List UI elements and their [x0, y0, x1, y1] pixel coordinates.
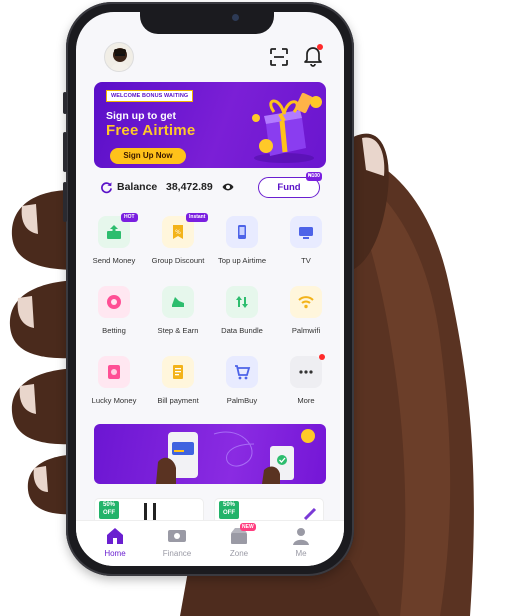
product-image — [303, 507, 317, 520]
service-label: Step & Earn — [157, 326, 199, 335]
service-top-up-airtime[interactable]: Top up Airtime — [209, 216, 275, 278]
offers-row: 50% OFF 50% OFF — [94, 498, 326, 520]
offer-card[interactable]: 50% OFF — [214, 498, 324, 520]
nav-finance[interactable]: Finance — [152, 525, 202, 563]
gift-box-icon — [252, 92, 322, 163]
nav-label: Zone — [229, 549, 249, 558]
service-send-money[interactable]: HOT Send Money — [81, 213, 147, 278]
lucky-money-icon — [98, 356, 130, 388]
discount-value: 50% — [222, 502, 235, 508]
camera-icon — [232, 14, 239, 21]
service-label: Lucky Money — [91, 396, 137, 405]
avatar[interactable] — [104, 42, 134, 72]
discount-value: 50% — [102, 502, 115, 508]
home-icon — [107, 528, 123, 544]
service-label: Palmwifi — [291, 326, 321, 335]
phone-icon — [226, 216, 258, 248]
service-data-bundle[interactable]: Data Bundle — [209, 286, 275, 348]
service-step-earn[interactable]: Step & Earn — [145, 286, 211, 348]
product-image — [144, 503, 156, 520]
service-label: PalmBuy — [226, 396, 258, 405]
data-arrows-icon — [226, 286, 258, 318]
new-badge: NEW — [240, 523, 256, 531]
nav-zone[interactable]: NEW Zone — [214, 523, 264, 563]
welcome-banner[interactable]: WELCOME BONUS WAITING Sign up to get Fre… — [94, 82, 326, 168]
app-screen: WELCOME BONUS WAITING Sign up to get Fre… — [76, 12, 344, 566]
discount-off: OFF — [103, 510, 115, 516]
finance-icon — [168, 530, 186, 542]
fund-bonus-badge: ₦100 — [306, 172, 322, 181]
cart-icon — [226, 356, 258, 388]
notification-dot — [317, 44, 323, 50]
instant-badge: Instant — [186, 213, 209, 222]
hot-badge: HOT — [121, 213, 138, 222]
service-label: Betting — [102, 326, 126, 335]
banner-subtitle: Sign up to get — [106, 110, 176, 122]
service-more[interactable]: More — [273, 354, 339, 418]
nav-label: Me — [295, 549, 307, 558]
wifi-icon — [290, 286, 322, 318]
offer-card[interactable]: 50% OFF — [94, 498, 204, 520]
nav-home[interactable]: Home — [90, 525, 140, 563]
top-bar — [76, 38, 344, 74]
service-label: Send Money — [92, 256, 136, 265]
phone-side-button — [63, 182, 67, 222]
service-label: TV — [301, 256, 311, 265]
service-bill-payment[interactable]: Bill payment — [145, 356, 211, 418]
service-label: Bill payment — [157, 396, 199, 405]
discount-tag: 50% OFF — [219, 501, 239, 519]
scan-icon[interactable] — [268, 46, 290, 68]
service-label: Top up Airtime — [217, 256, 267, 265]
tv-icon — [290, 216, 322, 248]
phone-notch — [140, 6, 274, 34]
service-tv[interactable]: TV — [273, 216, 339, 278]
notification-dot — [319, 354, 325, 360]
service-label: Group Discount — [151, 256, 205, 265]
payment-illustration — [156, 429, 315, 484]
user-avatar-icon — [110, 48, 130, 71]
phone-side-button — [63, 132, 67, 172]
balance-amount: 38,472.89 — [166, 181, 213, 193]
person-icon — [293, 528, 309, 545]
nav-label: Home — [104, 549, 126, 558]
betting-icon — [98, 286, 130, 318]
eye-icon[interactable] — [222, 182, 234, 192]
bonus-tag: WELCOME BONUS WAITING — [106, 90, 194, 102]
balance-label: Balance — [117, 181, 158, 193]
nav-label: Finance — [162, 549, 192, 558]
balance-row: Balance 38,472.89 Fund ₦100 — [76, 172, 344, 200]
bell-icon[interactable] — [302, 44, 324, 68]
service-group-discount[interactable]: % Instant Group Discount — [145, 213, 211, 278]
banner-title: Free Airtime — [106, 122, 196, 139]
service-betting[interactable]: Betting — [81, 286, 147, 348]
signup-button[interactable]: Sign Up Now — [110, 148, 186, 164]
shoe-icon — [162, 286, 194, 318]
svg-text:%: % — [175, 229, 181, 236]
more-dots-icon — [290, 356, 322, 388]
service-palmbuy[interactable]: PalmBuy — [209, 356, 275, 418]
service-label: More — [297, 396, 315, 405]
bottom-nav: Home Finance NEW Zone Me — [76, 520, 344, 566]
phone-side-button — [63, 92, 67, 114]
service-lucky-money[interactable]: Lucky Money — [81, 356, 147, 418]
nav-me[interactable]: Me — [276, 525, 326, 563]
discount-off: OFF — [223, 510, 235, 516]
service-label: Data Bundle — [221, 326, 263, 335]
service-palmwifi[interactable]: Palmwifi — [273, 286, 339, 348]
discount-tag: 50% OFF — [99, 501, 119, 519]
promo-banner[interactable] — [94, 424, 326, 484]
bill-icon — [162, 356, 194, 388]
refresh-icon[interactable] — [100, 181, 113, 194]
